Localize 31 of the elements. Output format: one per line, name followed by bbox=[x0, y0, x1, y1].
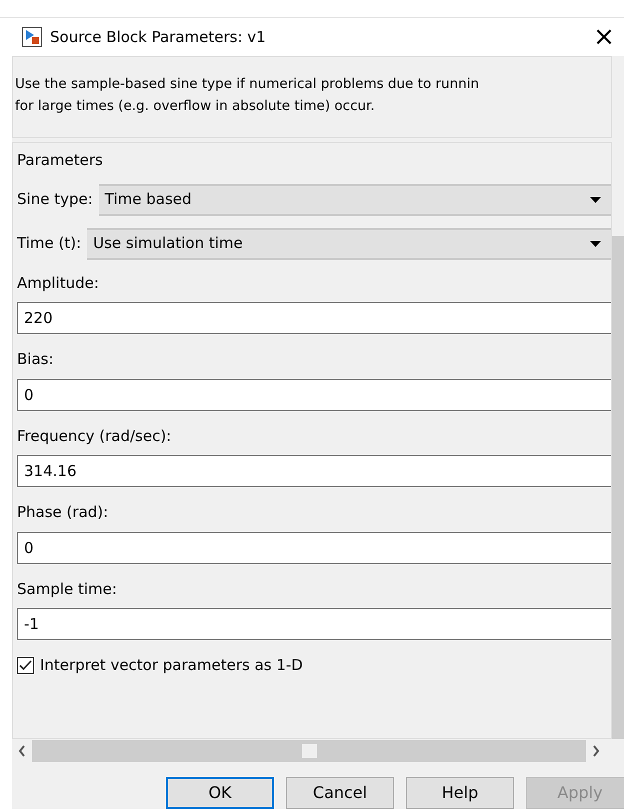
field-label: Phase (rad): bbox=[17, 502, 110, 523]
horizontal-scrollbar[interactable] bbox=[32, 740, 586, 762]
dropdown[interactable]: Time based bbox=[98, 184, 611, 216]
input-field[interactable]: 0 bbox=[17, 532, 611, 564]
close-button[interactable]: × bbox=[584, 24, 624, 50]
group-label: Parameters bbox=[17, 150, 104, 171]
dialog-button[interactable]: OK bbox=[166, 777, 274, 809]
vertical-scrollbar[interactable] bbox=[612, 236, 624, 739]
block-icon bbox=[22, 27, 42, 47]
input-field[interactable]: -1 bbox=[17, 608, 611, 640]
input-field[interactable]: 0 bbox=[17, 378, 611, 410]
dropdown[interactable]: Use simulation time bbox=[87, 228, 611, 260]
field-label: Amplitude: bbox=[17, 272, 100, 294]
scroll-left-icon[interactable] bbox=[18, 745, 26, 757]
checkbox-label: Interpret vector parameters as 1-D bbox=[40, 655, 303, 676]
field-label: Sine type: bbox=[17, 189, 93, 210]
description-text: Use the sample-based sine type if numerical problems due to runnin bbox=[15, 75, 480, 94]
checkbox[interactable] bbox=[17, 656, 34, 674]
scroll-right-icon[interactable] bbox=[592, 745, 600, 757]
field-label: Sample time: bbox=[17, 578, 118, 600]
input-field[interactable]: 220 bbox=[17, 302, 611, 334]
dropdown-arrow-icon bbox=[590, 240, 601, 246]
field-label: Frequency (rad/sec): bbox=[17, 426, 172, 446]
field-label: Bias: bbox=[17, 349, 55, 370]
description-text: for large times (e.g. overflow in absolute time) occur. bbox=[15, 97, 375, 116]
window-title: Source Block Parameters: v1 bbox=[50, 26, 267, 48]
field-label: Time (t): bbox=[17, 233, 82, 254]
input-field[interactable]: 314.16 bbox=[17, 455, 611, 487]
dropdown-arrow-icon bbox=[590, 196, 601, 202]
dialog-button[interactable]: Cancel bbox=[286, 777, 394, 809]
dialog-button[interactable]: Help bbox=[406, 777, 514, 809]
